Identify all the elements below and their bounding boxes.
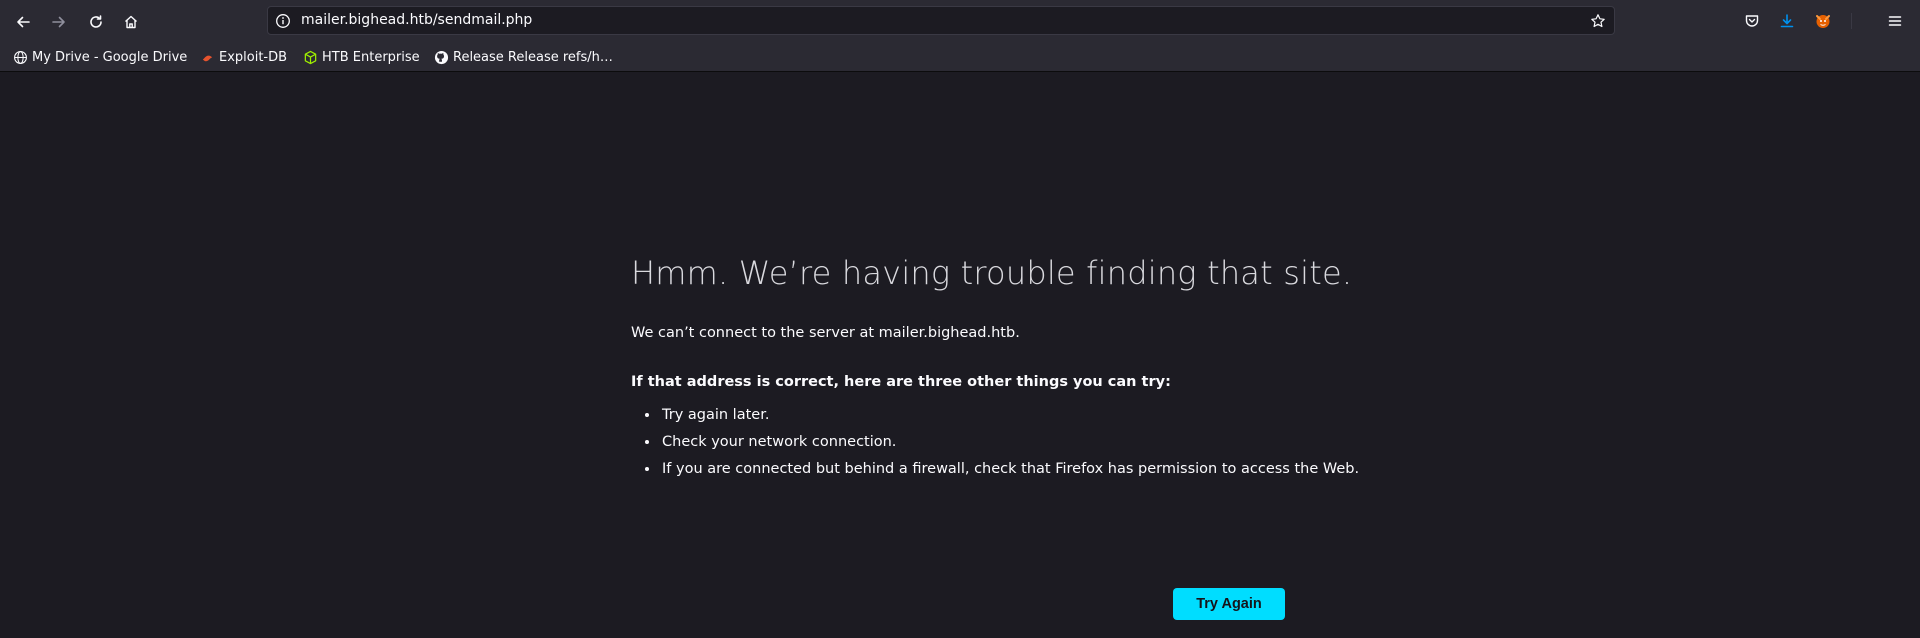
github-icon	[433, 49, 449, 65]
toolbar-divider	[1850, 13, 1860, 29]
bookmark-release-refs[interactable]: Release Release refs/h…	[433, 48, 613, 66]
page-content	[0, 72, 1920, 638]
separator-blank	[1843, 9, 1867, 33]
bookmark-label: My Drive - Google Drive	[32, 49, 188, 65]
extension-button[interactable]	[1811, 9, 1835, 33]
back-button[interactable]	[10, 9, 36, 35]
reload-button[interactable]	[83, 9, 109, 35]
navigation-toolbar: mailer.bighead.htb/sendmail.php	[0, 0, 1920, 42]
suggestion-item: Try again later.	[660, 402, 1359, 429]
hamburger-menu-icon	[1888, 16, 1902, 26]
downloads-button[interactable]	[1775, 9, 1799, 33]
pocket-button[interactable]	[1740, 9, 1764, 33]
download-icon	[1780, 14, 1794, 28]
error-title: Hmm. We’re having trouble finding that s…	[631, 254, 1353, 292]
bookmarks-toolbar: My Drive - Google Drive Exploit-DB HTB E…	[0, 42, 1920, 72]
back-arrow-icon	[17, 16, 30, 28]
bookmark-google-drive[interactable]: My Drive - Google Drive	[12, 48, 187, 66]
app-menu-button[interactable]	[1883, 9, 1907, 33]
bookmark-star-icon[interactable]	[1589, 12, 1607, 30]
suggestion-heading: If that address is correct, here are thr…	[631, 374, 1171, 390]
suggestion-item: If you are connected but behind a firewa…	[660, 456, 1359, 483]
bookmark-label: HTB Enterprise	[322, 49, 420, 65]
bookmark-label: Release Release refs/h…	[453, 49, 613, 65]
bookmark-label: Exploit-DB	[219, 49, 288, 65]
exploit-db-icon	[199, 49, 215, 65]
suggestion-list: Try again later. Check your network conn…	[646, 402, 1359, 483]
htb-cube-icon	[302, 49, 318, 65]
foxy-extension-icon	[1816, 15, 1830, 28]
forward-arrow-icon	[52, 16, 65, 28]
globe-icon	[12, 49, 28, 65]
url-text[interactable]: mailer.bighead.htb/sendmail.php	[301, 12, 532, 28]
try-again-button[interactable]: Try Again	[1173, 588, 1285, 620]
pocket-icon	[1745, 15, 1759, 27]
home-button[interactable]	[118, 9, 144, 35]
home-icon	[125, 15, 137, 29]
suggestion-item: Check your network connection.	[660, 429, 1359, 456]
bookmark-exploit-db[interactable]: Exploit-DB	[199, 48, 287, 66]
reload-icon	[90, 15, 102, 28]
url-bar[interactable]: mailer.bighead.htb/sendmail.php	[267, 6, 1615, 35]
forward-button[interactable]	[46, 9, 72, 35]
error-description: We can’t connect to the server at mailer…	[631, 325, 1020, 341]
bookmark-htb-enterprise[interactable]: HTB Enterprise	[302, 48, 420, 66]
site-info-icon[interactable]	[274, 12, 292, 30]
